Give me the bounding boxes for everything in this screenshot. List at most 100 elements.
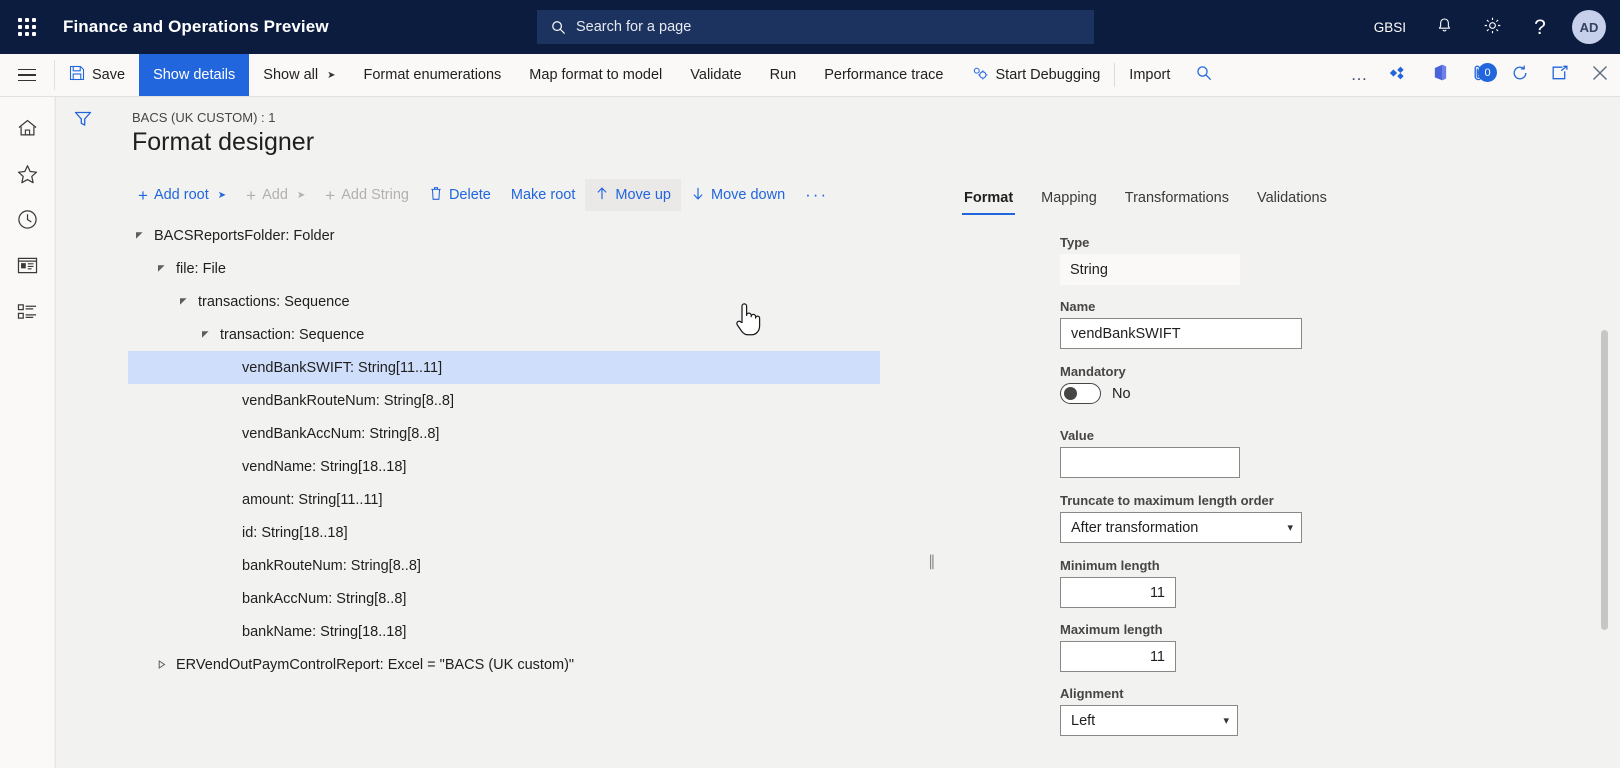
save-button[interactable]: Save xyxy=(55,54,139,96)
arrow-down-icon xyxy=(691,186,705,205)
value-label: Value xyxy=(1060,428,1094,443)
scrollbar-thumb[interactable] xyxy=(1601,330,1608,630)
min-length-field: Minimum length 11 xyxy=(1060,558,1176,608)
tree-node[interactable]: transactions: Sequence xyxy=(128,285,1018,318)
rail-item-workspaces[interactable] xyxy=(0,245,54,291)
rail-item-favorites[interactable] xyxy=(0,153,54,199)
max-length-input[interactable]: 11 xyxy=(1060,641,1176,672)
panel-splitter[interactable]: ∥ xyxy=(928,552,935,570)
notifications-button[interactable] xyxy=(1420,0,1468,54)
save-icon xyxy=(69,65,85,85)
close-button[interactable] xyxy=(1580,54,1620,96)
format-enumerations-label: Format enumerations xyxy=(363,67,502,83)
tree-expand-collapse-icon[interactable] xyxy=(172,297,194,306)
tree-node-label: vendName: String[18..18] xyxy=(242,458,407,475)
show-details-button[interactable]: Show details xyxy=(139,54,250,96)
format-enumerations-button[interactable]: Format enumerations xyxy=(349,54,515,96)
open-in-new-window-button[interactable] xyxy=(1540,54,1580,96)
add-string-label: Add String xyxy=(341,187,409,203)
page-title: Format designer xyxy=(132,128,315,156)
company-selector[interactable]: GBSI xyxy=(1360,0,1420,54)
mandatory-value: No xyxy=(1112,385,1131,402)
filter-icon[interactable] xyxy=(73,109,93,768)
performance-trace-button[interactable]: Performance trace xyxy=(810,54,957,96)
show-all-dropdown[interactable]: Show all ➤ xyxy=(249,54,349,96)
name-input[interactable]: vendBankSWIFT xyxy=(1060,318,1302,349)
alignment-label: Alignment xyxy=(1060,686,1124,701)
tree-node[interactable]: amount: String[11..11] xyxy=(128,483,1018,516)
tree-expand-collapse-icon[interactable] xyxy=(194,330,216,339)
make-root-button[interactable]: Make root xyxy=(501,179,585,211)
value-input[interactable] xyxy=(1060,447,1240,478)
tree-node[interactable]: vendName: String[18..18] xyxy=(128,450,1018,483)
tree-node[interactable]: ERVendOutPaymControlReport: Excel = "BAC… xyxy=(128,648,1018,681)
office-app-button[interactable] xyxy=(1420,54,1460,96)
app-title: Finance and Operations Preview xyxy=(63,17,329,36)
user-avatar[interactable]: AD xyxy=(1572,10,1606,44)
designer-overflow-button[interactable]: ··· xyxy=(795,185,838,205)
breadcrumb: BACS (UK CUSTOM) : 1 xyxy=(132,110,276,125)
home-icon xyxy=(17,118,38,143)
move-up-button[interactable]: Move up xyxy=(585,179,681,211)
command-search-button[interactable] xyxy=(1184,54,1224,96)
hamburger-icon xyxy=(18,65,36,86)
tab-validations[interactable]: Validations xyxy=(1243,190,1341,215)
refresh-button[interactable] xyxy=(1500,54,1540,96)
delete-button[interactable]: Delete xyxy=(419,179,501,211)
run-button[interactable]: Run xyxy=(756,54,811,96)
tree-node[interactable]: file: File xyxy=(128,252,1018,285)
validate-label: Validate xyxy=(690,67,742,83)
map-format-to-model-button[interactable]: Map format to model xyxy=(515,54,676,96)
tab-transformations[interactable]: Transformations xyxy=(1111,190,1243,215)
alignment-select[interactable]: Left ▾ xyxy=(1060,705,1238,736)
validate-button[interactable]: Validate xyxy=(676,54,755,96)
trash-icon xyxy=(429,186,443,205)
tree-expand-collapse-icon[interactable] xyxy=(150,660,172,669)
import-label: Import xyxy=(1129,67,1171,83)
move-up-label: Move up xyxy=(615,187,671,203)
tree-node[interactable]: transaction: Sequence xyxy=(128,318,1018,351)
personalize-button[interactable] xyxy=(1380,54,1420,96)
overflow-menu-button[interactable]: … xyxy=(1340,54,1380,96)
help-button[interactable]: ? xyxy=(1516,0,1564,54)
attachments-button[interactable]: 0 xyxy=(1460,54,1500,96)
tree-node[interactable]: vendBankAccNum: String[8..8] xyxy=(128,417,1018,450)
settings-button[interactable] xyxy=(1468,0,1516,54)
tab-format[interactable]: Format xyxy=(950,190,1027,215)
name-field: Name vendBankSWIFT xyxy=(1060,299,1302,349)
tree-expand-collapse-icon[interactable] xyxy=(150,264,172,273)
app-launcher-button[interactable] xyxy=(0,0,54,54)
rail-item-home[interactable] xyxy=(0,107,54,153)
tree-node[interactable]: BACSReportsFolder: Folder xyxy=(128,219,1018,252)
tree-node[interactable]: id: String[18..18] xyxy=(128,516,1018,549)
min-length-label: Minimum length xyxy=(1060,558,1160,573)
tree-node[interactable]: vendBankRouteNum: String[8..8] xyxy=(128,384,1018,417)
tree-expand-collapse-icon[interactable] xyxy=(128,231,150,240)
mandatory-toggle[interactable] xyxy=(1060,383,1101,404)
search-icon xyxy=(1196,65,1212,86)
add-button[interactable]: + Add ➤ xyxy=(236,179,315,211)
star-icon xyxy=(17,164,38,189)
tree-node[interactable]: bankRouteNum: String[8..8] xyxy=(128,549,1018,582)
tree-node[interactable]: vendBankSWIFT: String[11..11] xyxy=(128,351,880,384)
move-down-label: Move down xyxy=(710,187,786,203)
global-search-input[interactable]: Search for a page xyxy=(537,10,1094,44)
properties-panel: Format Mapping Transformations Validatio… xyxy=(940,177,1560,765)
add-string-button[interactable]: + Add String xyxy=(315,179,419,211)
tree-node-label: file: File xyxy=(176,260,226,277)
min-length-input[interactable]: 11 xyxy=(1060,577,1176,608)
add-root-button[interactable]: + Add root ➤ xyxy=(128,179,236,211)
tree-node[interactable]: bankName: String[18..18] xyxy=(128,615,1018,648)
move-down-button[interactable]: Move down xyxy=(681,179,795,211)
import-button[interactable]: Import xyxy=(1115,54,1184,96)
workspace-icon xyxy=(17,256,38,280)
tree-node[interactable]: bankAccNum: String[8..8] xyxy=(128,582,1018,615)
rail-item-modules[interactable] xyxy=(0,291,54,337)
tab-mapping[interactable]: Mapping xyxy=(1027,190,1111,215)
properties-scrollbar[interactable] xyxy=(1601,235,1608,765)
nav-menu-button[interactable] xyxy=(0,54,54,96)
rail-item-recent[interactable] xyxy=(0,199,54,245)
show-all-label: Show all xyxy=(263,67,319,83)
truncate-select[interactable]: After transformation ▾ xyxy=(1060,512,1302,543)
start-debugging-button[interactable]: Start Debugging xyxy=(958,54,1115,96)
